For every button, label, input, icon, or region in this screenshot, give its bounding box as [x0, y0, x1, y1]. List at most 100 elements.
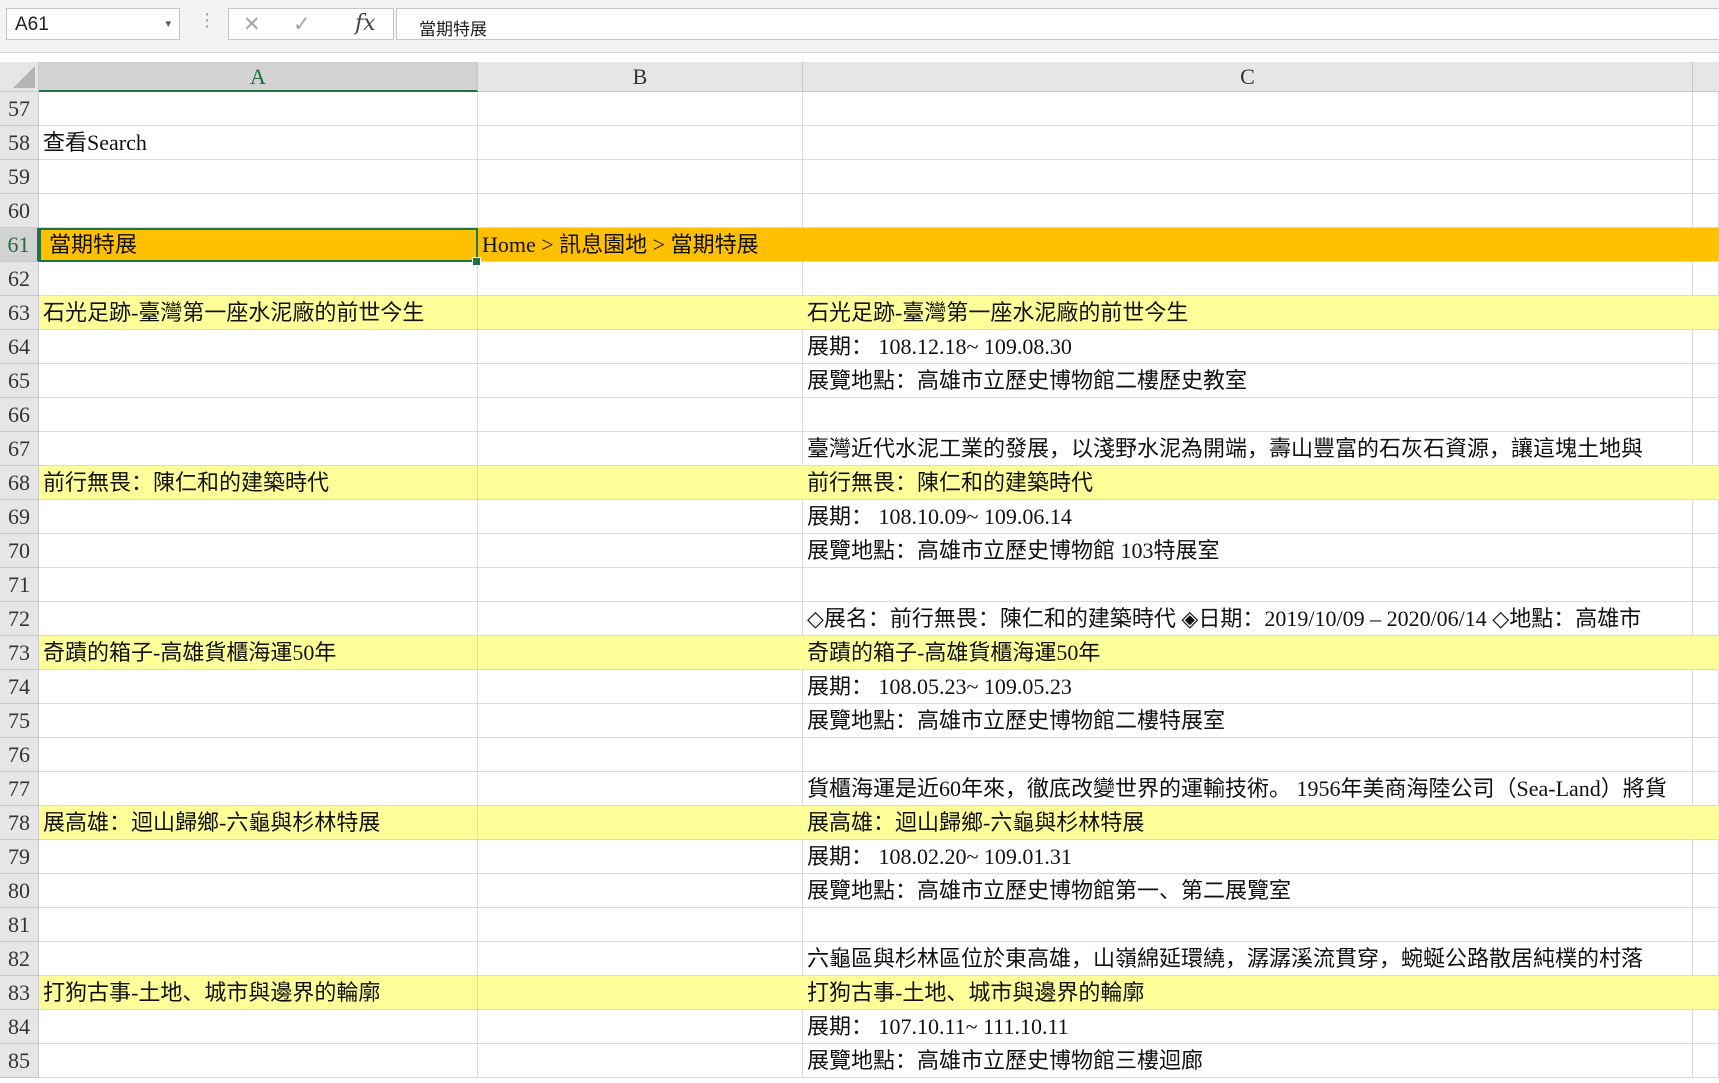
cell-c[interactable]: [803, 568, 1693, 602]
row-header[interactable]: 64: [0, 330, 39, 364]
cell-a[interactable]: [39, 568, 478, 602]
cell-a[interactable]: 前行無畏：陳仁和的建築時代: [39, 466, 478, 500]
cell-d[interactable]: [1693, 976, 1719, 1010]
cell-c[interactable]: [803, 908, 1693, 942]
cell-d[interactable]: [1693, 602, 1719, 636]
cell-d[interactable]: [1693, 500, 1719, 534]
cell-a[interactable]: [39, 670, 478, 704]
row-header[interactable]: 80: [0, 874, 39, 908]
cell-a[interactable]: [39, 840, 478, 874]
row-header[interactable]: 62: [0, 262, 39, 296]
cell-c[interactable]: [803, 194, 1693, 228]
cell-c[interactable]: [803, 160, 1693, 194]
row-header[interactable]: 73: [0, 636, 39, 670]
chevron-down-icon[interactable]: ▾: [165, 17, 171, 30]
cell-b[interactable]: [478, 398, 803, 432]
cell-b[interactable]: [478, 364, 803, 398]
cell-d[interactable]: [1693, 840, 1719, 874]
cell-b[interactable]: [478, 976, 803, 1010]
row-header[interactable]: 58: [0, 126, 39, 160]
insert-function-icon[interactable]: fx: [355, 11, 376, 36]
cell-a[interactable]: [39, 432, 478, 466]
cell-a[interactable]: 石光足跡-臺灣第一座水泥廠的前世今生: [39, 296, 478, 330]
cell-d[interactable]: [1693, 160, 1719, 194]
cell-b[interactable]: [478, 568, 803, 602]
formula-input[interactable]: 當期特展: [396, 8, 1719, 40]
row-header[interactable]: 84: [0, 1010, 39, 1044]
cell-d[interactable]: [1693, 738, 1719, 772]
row-header[interactable]: 63: [0, 296, 39, 330]
cell-a[interactable]: [39, 602, 478, 636]
cell-b[interactable]: [478, 806, 803, 840]
cell-a[interactable]: [39, 398, 478, 432]
cancel-icon[interactable]: ✕: [243, 12, 261, 36]
cell-c[interactable]: 奇蹟的箱子-高雄貨櫃海運50年: [803, 636, 1693, 670]
cell-c[interactable]: ◇展名：前行無畏：陳仁和的建築時代 ◈日期：2019/10/09 – 2020/…: [803, 602, 1693, 636]
cell-b[interactable]: [478, 160, 803, 194]
cell-d[interactable]: [1693, 364, 1719, 398]
cell-b[interactable]: Home > 訊息園地 > 當期特展: [478, 228, 803, 262]
cell-d[interactable]: [1693, 330, 1719, 364]
cell-c[interactable]: 展期： 108.12.18~ 109.08.30: [803, 330, 1693, 364]
cell-b[interactable]: [478, 126, 803, 160]
cell-a[interactable]: [39, 772, 478, 806]
row-header[interactable]: 61: [0, 228, 39, 262]
cell-c[interactable]: 展期： 108.10.09~ 109.06.14: [803, 500, 1693, 534]
cell-b[interactable]: [478, 262, 803, 296]
row-header[interactable]: 85: [0, 1044, 39, 1078]
row-header[interactable]: 68: [0, 466, 39, 500]
cell-d[interactable]: [1693, 942, 1719, 976]
cell-b[interactable]: [478, 466, 803, 500]
cell-c[interactable]: 打狗古事-土地、城市與邊界的輪廓: [803, 976, 1693, 1010]
cell-b[interactable]: [478, 942, 803, 976]
row-header[interactable]: 76: [0, 738, 39, 772]
cell-c[interactable]: 貨櫃海運是近60年來，徹底改變世界的運輸技術。 1956年美商海陸公司（Sea-…: [803, 772, 1693, 806]
cell-b[interactable]: [478, 874, 803, 908]
cell-c[interactable]: 展覽地點：高雄市立歷史博物館二樓特展室: [803, 704, 1693, 738]
cell-d[interactable]: [1693, 636, 1719, 670]
row-header[interactable]: 74: [0, 670, 39, 704]
row-header[interactable]: 65: [0, 364, 39, 398]
cell-b[interactable]: [478, 1044, 803, 1078]
row-header[interactable]: 60: [0, 194, 39, 228]
cell-b[interactable]: [478, 194, 803, 228]
cell-a[interactable]: 打狗古事-土地、城市與邊界的輪廓: [39, 976, 478, 1010]
cell-a[interactable]: [39, 908, 478, 942]
cell-a[interactable]: [39, 330, 478, 364]
cell-a[interactable]: [39, 92, 478, 126]
fill-handle[interactable]: [472, 257, 481, 266]
row-header[interactable]: 78: [0, 806, 39, 840]
cell-a[interactable]: [39, 1010, 478, 1044]
cell-d[interactable]: [1693, 194, 1719, 228]
cell-b[interactable]: [478, 500, 803, 534]
cell-a[interactable]: 奇蹟的箱子-高雄貨櫃海運50年: [39, 636, 478, 670]
cell-c[interactable]: 展覽地點：高雄市立歷史博物館二樓歷史教室: [803, 364, 1693, 398]
cell-d[interactable]: [1693, 670, 1719, 704]
row-header[interactable]: 77: [0, 772, 39, 806]
cell-b[interactable]: [478, 602, 803, 636]
row-header[interactable]: 72: [0, 602, 39, 636]
column-header-b[interactable]: B: [478, 62, 803, 92]
cell-b[interactable]: [478, 330, 803, 364]
row-header[interactable]: 57: [0, 92, 39, 126]
cell-b[interactable]: [478, 738, 803, 772]
cell-d[interactable]: [1693, 568, 1719, 602]
cell-a[interactable]: [39, 534, 478, 568]
cell-c[interactable]: 臺灣近代水泥工業的發展，以淺野水泥為開端，壽山豐富的石灰石資源，讓這塊土地與: [803, 432, 1693, 466]
row-header[interactable]: 81: [0, 908, 39, 942]
cell-b[interactable]: [478, 670, 803, 704]
cell-a[interactable]: [39, 738, 478, 772]
cell-a[interactable]: 當期特展: [39, 228, 478, 262]
cell-a[interactable]: [39, 194, 478, 228]
cell-d[interactable]: [1693, 296, 1719, 330]
row-header[interactable]: 69: [0, 500, 39, 534]
cell-a[interactable]: [39, 874, 478, 908]
row-header[interactable]: 59: [0, 160, 39, 194]
cell-a[interactable]: [39, 364, 478, 398]
column-header-c[interactable]: C: [803, 62, 1693, 92]
row-header[interactable]: 75: [0, 704, 39, 738]
column-header-a[interactable]: A: [39, 62, 478, 92]
grip-icon[interactable]: ⋮: [198, 10, 216, 31]
cell-c[interactable]: [803, 228, 1693, 262]
cell-c[interactable]: 展期： 108.05.23~ 109.05.23: [803, 670, 1693, 704]
